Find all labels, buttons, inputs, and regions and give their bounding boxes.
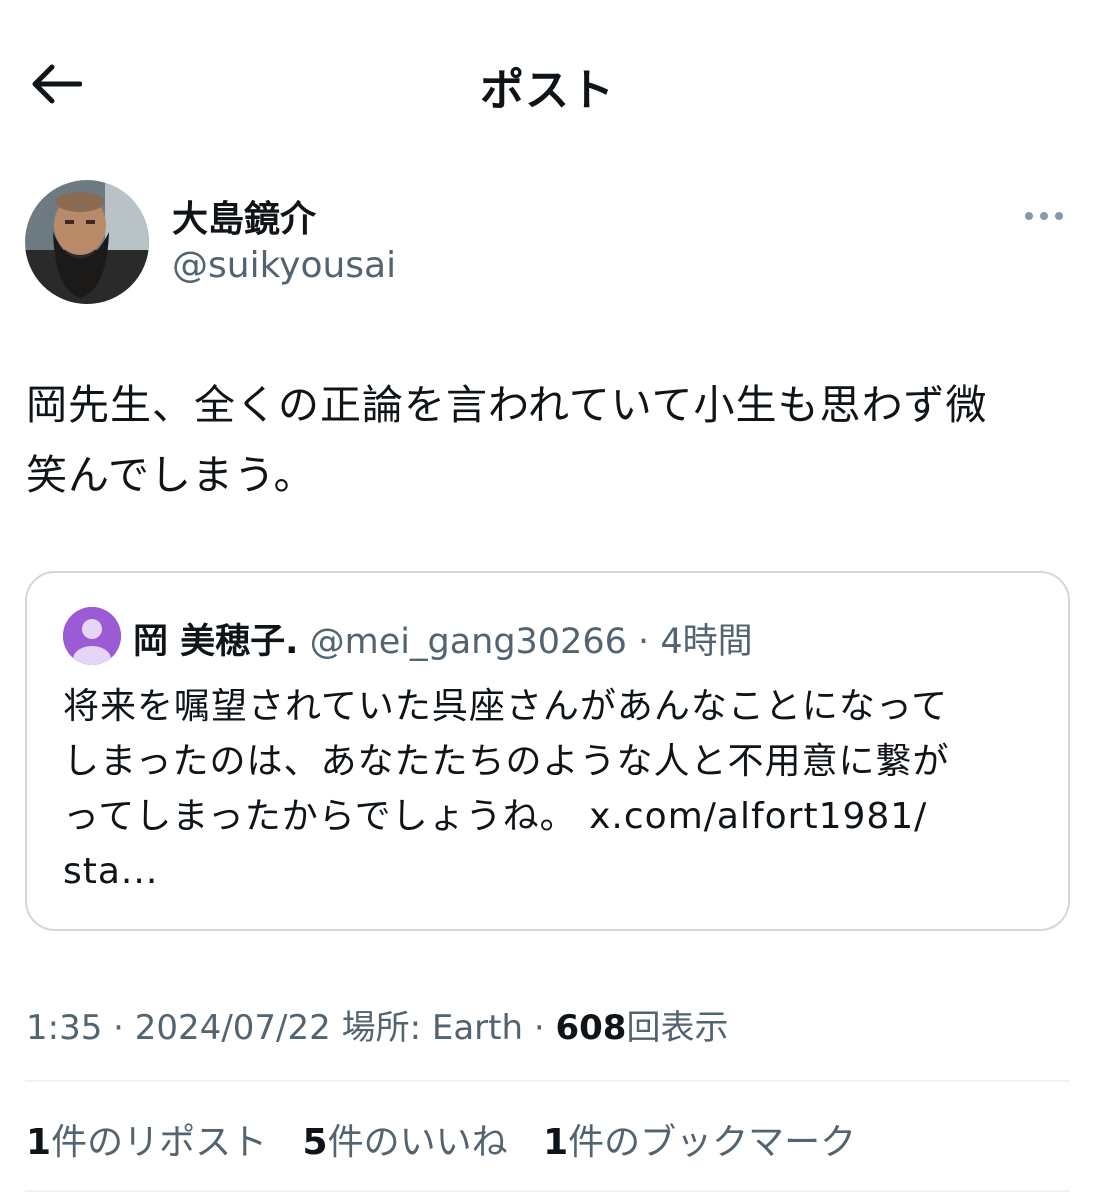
views-count: 608 xyxy=(555,1008,627,1048)
author-handle[interactable]: @suikyousai xyxy=(172,245,396,286)
views-label: 回表示 xyxy=(626,1008,729,1048)
more-button[interactable] xyxy=(1018,198,1070,234)
quoted-author-name: 岡 美穂子. xyxy=(133,622,299,662)
quoted-text-line: ってしまったからでしょうね。 x.com/alfort1981/ xyxy=(63,796,928,837)
quoted-post-text: 将来を嘱望されていた呉座さんがあんなことになって しまったのは、あなたたちのよう… xyxy=(63,679,1023,899)
default-user-icon xyxy=(63,607,121,665)
post-meta: 1:35 · 2024/07/22 場所: Earth · 608回表示 xyxy=(26,1000,728,1049)
likes-stat[interactable]: 5件のいいね xyxy=(303,1113,508,1165)
quoted-text-line: しまったのは、あなたたちのような人と不用意に繋が xyxy=(63,741,950,782)
reposts-stat[interactable]: 1件のリポスト xyxy=(26,1113,267,1165)
separator-dot: · xyxy=(113,1008,124,1048)
quoted-post-time: 4時間 xyxy=(660,622,753,662)
post-date[interactable]: 2024/07/22 xyxy=(135,1008,331,1048)
quoted-author-avatar xyxy=(63,607,121,665)
divider xyxy=(25,1190,1070,1192)
reposts-count: 1 xyxy=(26,1122,52,1163)
post-location: 場所: Earth xyxy=(341,1008,524,1048)
bookmarks-count: 1 xyxy=(543,1122,569,1163)
likes-count: 5 xyxy=(302,1122,328,1163)
separator-dot: · xyxy=(638,622,650,662)
quoted-post-card[interactable]: 岡 美穂子. @mei_gang30266 · 4時間 将来を嘱望されていた呉座… xyxy=(25,571,1070,931)
separator-dot: · xyxy=(533,1008,545,1048)
reposts-label: 件のリポスト xyxy=(51,1122,268,1163)
divider xyxy=(25,1080,1070,1082)
quoted-post-header: 岡 美穂子. @mei_gang30266 · 4時間 xyxy=(133,613,753,664)
bookmarks-label: 件のブックマーク xyxy=(568,1122,857,1163)
bookmarks-stat[interactable]: 1件のブックマーク xyxy=(543,1113,856,1165)
post-time[interactable]: 1:35 xyxy=(26,1008,102,1048)
top-bar: ポスト xyxy=(0,0,1095,170)
page-title: ポスト xyxy=(480,65,615,116)
tweet-text: 岡先生、全くの正論を言われていて小生も思わず微 笑んでしまう。 xyxy=(26,370,1071,510)
tweet-text-line: 笑んでしまう。 xyxy=(26,451,316,499)
quoted-author-handle: @mei_gang30266 xyxy=(309,622,627,662)
quoted-text-line: 将来を嘱望されていた呉座さんがあんなことになって xyxy=(63,686,949,727)
author-name[interactable]: 大島鏡介 xyxy=(172,190,316,242)
more-horizontal-icon xyxy=(1025,212,1063,220)
quoted-text-line: sta... xyxy=(63,851,159,892)
author-avatar[interactable] xyxy=(25,180,149,304)
likes-label: 件のいいね xyxy=(327,1122,508,1163)
tweet-text-line: 岡先生、全くの正論を言われていて小生も思わず微 xyxy=(26,381,988,429)
engagement-stats: 1件のリポスト 5件のいいね 1件のブックマーク xyxy=(26,1113,880,1165)
